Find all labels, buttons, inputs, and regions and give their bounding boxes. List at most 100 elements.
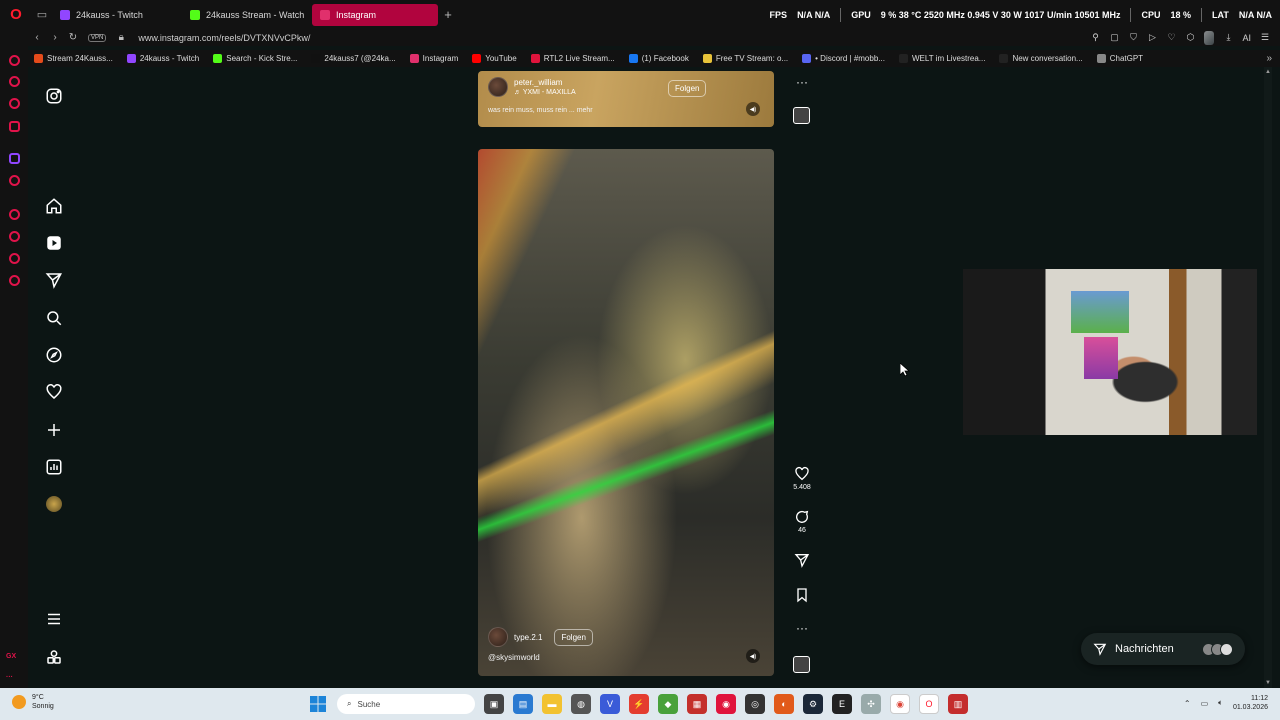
bookmark-item[interactable]: (1) Facebook (628, 54, 689, 63)
mute-icon[interactable]: ◀) (746, 649, 760, 663)
shield-icon[interactable]: ⛉ (1128, 32, 1138, 43)
create-plus-icon[interactable] (44, 420, 64, 440)
file-explorer-icon[interactable]: ▬ (542, 694, 562, 714)
profile-avatar[interactable] (1204, 30, 1215, 45)
bookmark-item[interactable]: YouTube (472, 54, 517, 63)
easy-setup-icon[interactable]: ☰ (1260, 32, 1270, 43)
heart-icon[interactable] (794, 466, 810, 482)
aria-ai-button[interactable]: AI (1242, 33, 1251, 43)
snapshot-icon[interactable]: ▢ (1109, 32, 1119, 43)
share-action[interactable] (790, 552, 814, 568)
game-app-icon[interactable]: ▦ (687, 694, 707, 714)
comment-icon[interactable] (794, 509, 810, 525)
more-menu-icon[interactable] (44, 609, 64, 629)
browser-tab[interactable]: 24kauss Stream - Watch (182, 4, 308, 26)
reel-video[interactable]: type.2.1 Folgen @skysimworld ◀) (478, 149, 774, 676)
settings-sidebar-icon[interactable] (9, 275, 20, 286)
bookmark-item[interactable]: Stream 24Kauss... (34, 54, 113, 63)
messages-button[interactable]: Nachrichten (1081, 633, 1245, 665)
reel-author-avatar[interactable] (488, 627, 508, 647)
discord-sidebar-icon[interactable] (9, 175, 20, 186)
more-sidebar-icon[interactable]: ··· (6, 674, 13, 681)
bluestacks-icon[interactable]: ◆ (658, 694, 678, 714)
new-tab-icon[interactable]: + (438, 7, 458, 22)
download-icon[interactable]: ⤓ (1223, 32, 1233, 43)
player-sidebar-icon[interactable] (9, 209, 20, 220)
bookmark-icon[interactable] (794, 587, 810, 603)
audio-thumbnail[interactable] (793, 656, 810, 673)
mute-icon[interactable]: ◀) (746, 102, 760, 116)
search-icon[interactable] (44, 308, 64, 328)
obs-icon[interactable]: ◎ (745, 694, 765, 714)
lock-icon[interactable]: 🔒︎ (112, 32, 130, 43)
tray-overflow-icon[interactable]: ⌃ (1184, 699, 1191, 708)
volume-icon[interactable]: 🔈︎ (1218, 698, 1223, 708)
twitch-sidebar-icon[interactable] (9, 76, 20, 87)
browser-tab[interactable]: 24kauss - Twitch (52, 4, 178, 26)
reel-card-previous[interactable]: peter._william ♬ YXMI - MAXILLA Folgen w… (478, 71, 774, 127)
pin-icon[interactable]: ⚲ (1090, 32, 1100, 43)
windows-start-icon[interactable] (308, 694, 328, 714)
back-icon[interactable]: ‹ (28, 32, 46, 43)
audio-thumbnail[interactable] (793, 107, 810, 124)
chrome-icon[interactable]: ◉ (890, 694, 910, 714)
bookmark-item[interactable]: New conversation... (999, 54, 1083, 63)
bookmarks-more-icon[interactable]: » (1266, 53, 1272, 64)
snapshot-sidebar-icon[interactable] (9, 98, 20, 109)
extensions-sidebar-icon[interactable] (9, 253, 20, 264)
bookmark-item[interactable]: 24kauss - Twitch (126, 54, 199, 63)
red-app-icon[interactable]: ⚡ (629, 694, 649, 714)
opera-gx-icon[interactable]: O (919, 694, 939, 714)
browser-app-icon[interactable]: ◐ (774, 694, 794, 714)
dashboard-icon[interactable] (44, 457, 64, 477)
follow-button[interactable]: Folgen (554, 628, 593, 646)
mouse-app-icon[interactable]: ◍ (571, 694, 591, 714)
bookmark-item[interactable]: Free TV Stream: o... (702, 54, 788, 63)
browser-tab[interactable]: Instagram (312, 3, 438, 26)
extensions-icon[interactable]: ⬡ (1185, 32, 1195, 43)
tagged-account[interactable]: @skysimworld (488, 653, 540, 662)
bookmark-item[interactable]: 24kauss7 (@24ka... (311, 54, 396, 63)
bookmark-item[interactable]: Instagram (409, 54, 458, 63)
reels-icon[interactable] (44, 233, 64, 253)
media-app-icon[interactable]: ◉ (716, 694, 736, 714)
network-icon[interactable]: ▭ (1201, 699, 1209, 708)
gx-corner-icon[interactable]: GX (6, 653, 16, 660)
opera-menu-icon[interactable]: O (0, 0, 32, 29)
history-sidebar-icon[interactable] (9, 231, 20, 242)
heart-icon[interactable]: ♡ (1166, 32, 1176, 43)
reel-caption[interactable]: was rein muss, muss rein ... mehr (488, 107, 593, 114)
direct-messages-icon[interactable] (44, 270, 64, 290)
reload-icon[interactable]: ↻ (64, 32, 82, 43)
epic-games-icon[interactable]: E (832, 694, 852, 714)
reel-audio[interactable]: ♬ YXMI - MAXILLA (514, 89, 576, 96)
reel-username[interactable]: type.2.1 (514, 633, 542, 642)
steam-icon[interactable]: ⚙ (803, 694, 823, 714)
save-action[interactable] (790, 587, 814, 603)
follow-button[interactable]: Folgen (668, 80, 707, 97)
home-icon[interactable] (44, 196, 64, 216)
more-options-icon[interactable]: ··· (790, 75, 814, 89)
profile-avatar-icon[interactable] (44, 494, 64, 514)
page-scrollbar[interactable]: ▲ ▼ (1264, 67, 1272, 688)
workspaces-icon[interactable]: ▭ (32, 8, 52, 21)
explore-icon[interactable] (44, 345, 64, 365)
reel-author-avatar[interactable] (488, 77, 508, 97)
url-field[interactable]: www.instagram.com/reels/DVTXNVvCPkw/ (138, 33, 310, 43)
v-app-icon[interactable]: V (600, 694, 620, 714)
forward-icon[interactable]: › (46, 32, 64, 43)
instagram-logo-icon[interactable] (44, 86, 64, 106)
bookmark-item[interactable]: WELT im Livestrea... (898, 54, 985, 63)
play-icon[interactable]: ▷ (1147, 32, 1157, 43)
vpn-badge[interactable]: VPN (88, 33, 107, 42)
reel-username[interactable]: peter._william (514, 78, 576, 87)
pinwheel-app-icon[interactable]: ✣ (861, 694, 881, 714)
clock[interactable]: 11:12 01.03.2026 (1233, 694, 1268, 712)
messenger-sidebar-icon[interactable] (9, 121, 20, 132)
notifications-heart-icon[interactable] (44, 382, 64, 402)
twitch-purple-icon[interactable] (9, 153, 20, 164)
widgets-icon[interactable]: ▤ (513, 694, 533, 714)
share-icon[interactable] (794, 552, 810, 568)
taskbar-search[interactable]: ⌕ Suche (337, 694, 475, 714)
gx-control-icon[interactable] (9, 55, 20, 66)
